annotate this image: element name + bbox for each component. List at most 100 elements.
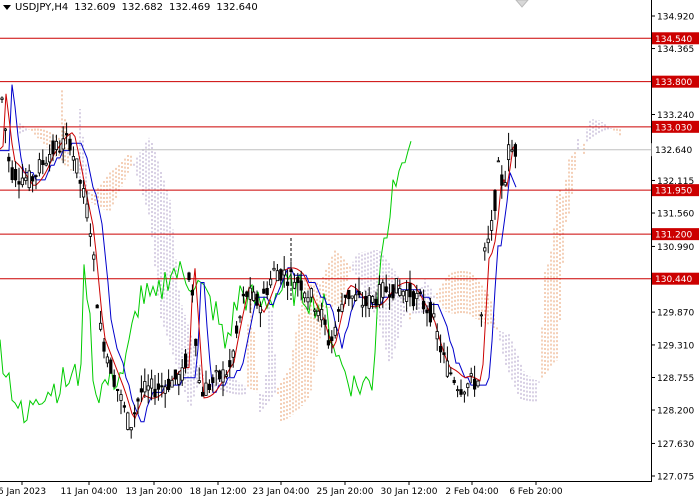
candle-body [177, 374, 181, 385]
candle-body [139, 388, 143, 393]
candle-body [381, 282, 385, 298]
candle-body [173, 369, 177, 380]
candle-body [129, 427, 133, 431]
candle-body [88, 233, 92, 237]
time-tick-label: 11 Jan 04:00 [61, 487, 118, 497]
candle-body [58, 150, 62, 153]
price-tick-label: 127.075 [657, 473, 694, 482]
candle-body [272, 267, 276, 271]
candle-body [10, 167, 14, 181]
candle-body [411, 291, 416, 307]
price-tick-label: 129.870 [657, 309, 694, 319]
candle-body [82, 188, 86, 198]
candle-body [285, 281, 290, 286]
candle-body [275, 270, 280, 282]
level-price-label: 133.030 [655, 123, 692, 133]
level-price-label: 133.800 [655, 78, 692, 88]
candle-body [489, 220, 494, 231]
candle-body [486, 238, 490, 244]
candle-body [343, 294, 348, 298]
candle-body [170, 379, 174, 388]
candle-body [370, 296, 375, 303]
price-tick-label: 130.990 [657, 243, 694, 253]
candle-body [282, 269, 286, 276]
candle-body [146, 385, 150, 391]
candle-body [268, 278, 273, 286]
candle-body [452, 379, 456, 384]
candle-body [17, 181, 21, 185]
candle-body [224, 374, 228, 377]
candle-body [75, 158, 79, 174]
candle-body [51, 140, 55, 155]
candle-body [194, 338, 198, 346]
candle-body [27, 170, 31, 189]
candle-body [428, 302, 433, 323]
candle-body [350, 295, 354, 299]
support-resistance-levels [0, 37, 651, 280]
candle-body [149, 378, 154, 389]
candle-body [65, 133, 69, 136]
candle-body [197, 380, 201, 383]
candle-body [92, 254, 96, 260]
price-axis: 134.920134.365133.240132.115131.560130.9… [651, 13, 700, 482]
candle-body [421, 300, 426, 310]
kijun-sen-line [0, 84, 517, 423]
candle-body [156, 383, 160, 390]
candle-body [102, 341, 106, 352]
candle-body [54, 140, 59, 150]
candle-body [469, 373, 473, 377]
candle-body [187, 272, 191, 281]
candle-body [466, 383, 470, 388]
candle-body [153, 388, 157, 398]
candle-body [309, 288, 314, 298]
candle-body [347, 289, 351, 300]
time-tick-label: 30 Jan 12:00 [381, 487, 438, 497]
candle-body [316, 310, 320, 317]
candle-body [364, 295, 368, 307]
candle-body [442, 352, 446, 355]
candle-body [336, 309, 341, 312]
candle-body [204, 382, 208, 396]
candle-body [415, 293, 419, 300]
price-tick-label: 131.560 [657, 210, 694, 220]
time-tick-label: 25 Jan 20:00 [317, 487, 374, 497]
time-tick-label: 18 Jan 12:00 [190, 487, 247, 497]
candle-body [394, 278, 399, 294]
candle-body [357, 291, 361, 296]
candle-body [401, 290, 405, 297]
current-price-label: 132.640 [655, 146, 692, 156]
candle-body [211, 377, 215, 383]
dropdown-triangle-icon[interactable] [3, 4, 11, 10]
symbol-timeframe: USDJPY,H4 [15, 2, 69, 13]
candle-body [391, 284, 395, 299]
candle-body [279, 269, 283, 281]
candle-body [78, 180, 82, 184]
candle-body [387, 294, 392, 298]
candle-body [13, 168, 18, 181]
candle-body [404, 290, 409, 302]
candle-body [234, 325, 239, 334]
candle-body [493, 190, 497, 211]
candle-body [445, 360, 450, 377]
candle-body [143, 381, 147, 393]
candle-body [248, 287, 252, 300]
candle-body [48, 154, 52, 163]
candle-body [116, 388, 120, 391]
candle-body [217, 370, 222, 380]
tenkan-sen-line [0, 93, 517, 420]
candle-body [190, 289, 194, 296]
one-click-trading-toggle-icon[interactable] [515, 0, 529, 8]
candle-body [302, 292, 307, 299]
candle-body [374, 298, 378, 306]
candle-body [472, 378, 477, 390]
chart-area[interactable]: USDJPY,H4 132.609 132.682 132.469 132.640 [0, 0, 652, 482]
candle-body [506, 144, 511, 161]
price-tick-label: 128.200 [657, 407, 694, 417]
candle-body [265, 287, 269, 296]
candle-body [255, 293, 259, 306]
candle-body [30, 176, 35, 182]
ohlc-close: 132.640 [216, 2, 258, 13]
candle-body [408, 283, 412, 298]
candle-body [0, 97, 4, 100]
candle-body [326, 340, 331, 346]
